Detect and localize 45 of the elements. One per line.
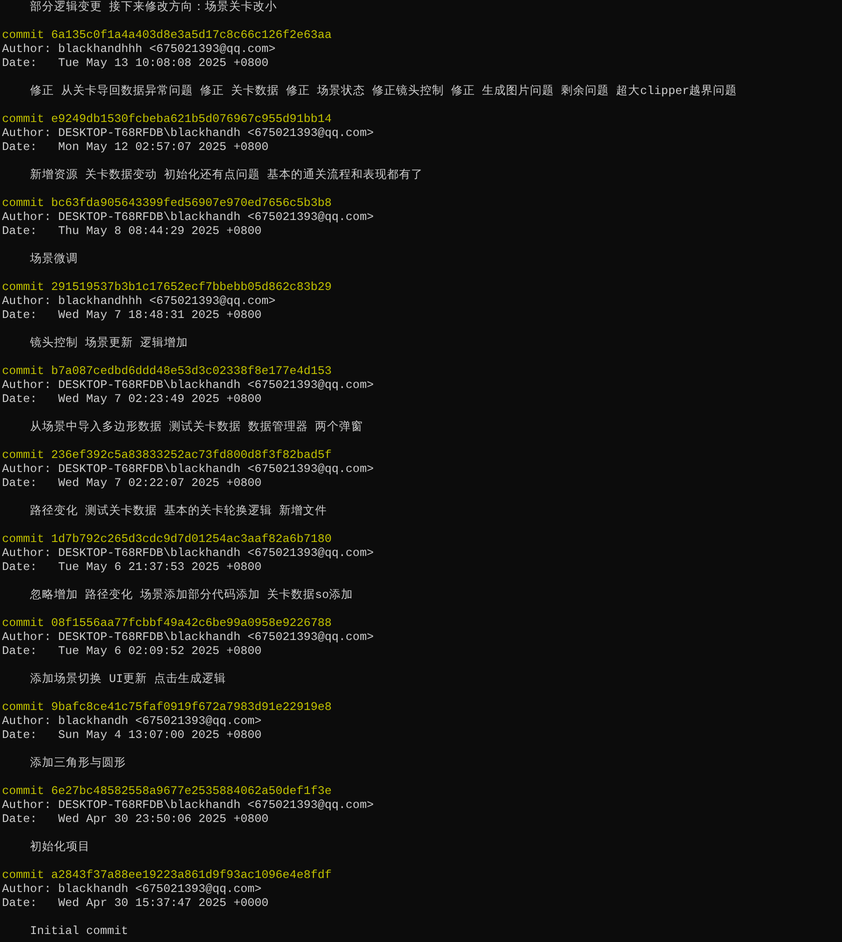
commit-author: Author: blackhandhhh <675021393@qq.com> [2, 42, 276, 56]
commit-message: 添加三角形与圆形 [30, 756, 126, 770]
commit-message: 忽略增加 路径变化 场景添加部分代码添加 关卡数据so添加 [30, 588, 354, 602]
commit-hash: commit 6a135c0f1a4a403d8e3a5d17c8c66c126f2e63aa [2, 28, 332, 42]
commit-author: Author: DESKTOP-T68RFDB\blackhandh <675021393@qq.com> [2, 210, 374, 224]
commit-date: Date: Wed Apr 30 23:50:06 2025 +0800 [2, 812, 269, 826]
commit-author: Author: DESKTOP-T68RFDB\blackhandh <675021393@qq.com> [2, 630, 374, 644]
commit-message: 添加场景切换 UI更新 点击生成逻辑 [30, 672, 226, 686]
commit-author: Author: blackhandhhh <675021393@qq.com> [2, 294, 276, 308]
commit-author: Author: blackhandh <675021393@qq.com> [2, 882, 262, 896]
commit-message: 初始化项目 [30, 840, 90, 854]
commit-date: Date: Tue May 13 10:08:08 2025 +0800 [2, 56, 269, 70]
commit-date: Date: Tue May 6 21:37:53 2025 +0800 [2, 560, 262, 574]
commit-hash: commit 9bafc8ce41c75faf0919f672a7983d91e22919e8 [2, 700, 332, 714]
commit-hash: commit 291519537b3b1c17652ecf7bbebb05d862c83b29 [2, 280, 332, 294]
commit-message: 部分逻辑变更 接下来修改方向：场景关卡改小 [30, 0, 278, 14]
commit-date: Date: Tue May 6 02:09:52 2025 +0800 [2, 644, 262, 658]
commit-date: Date: Thu May 8 08:44:29 2025 +0800 [2, 224, 262, 238]
commit-hash: commit b7a087cedbd6ddd48e53d3c02338f8e177e4d153 [2, 364, 332, 378]
commit-date: Date: Wed Apr 30 15:37:47 2025 +0000 [2, 896, 269, 910]
commit-author: Author: DESKTOP-T68RFDB\blackhandh <675021393@qq.com> [2, 546, 374, 560]
commit-date: Date: Wed May 7 02:22:07 2025 +0800 [2, 476, 262, 490]
commit-date: Date: Mon May 12 02:57:07 2025 +0800 [2, 140, 269, 154]
commit-hash: commit 08f1556aa77fcbbf49a42c6be99a0958e9226788 [2, 616, 332, 630]
commit-message: 场景微调 [30, 252, 78, 266]
commit-hash: commit bc63fda905643399fed56907e970ed7656c5b3b8 [2, 196, 332, 210]
commit-message: 修正 从关卡导回数据异常问题 修正 关卡数据 修正 场景状态 修正镜头控制 修正 生成图片问题 剩余问题 超大clipper越界问题 [30, 84, 738, 98]
commit-author: Author: DESKTOP-T68RFDB\blackhandh <675021393@qq.com> [2, 462, 374, 476]
commit-message: 路径变化 测试关卡数据 基本的关卡轮换逻辑 新增文件 [30, 504, 328, 518]
commit-hash: commit 236ef392c5a83833252ac73fd800d8f3f82bad5f [2, 448, 332, 462]
commit-author: Author: DESKTOP-T68RFDB\blackhandh <675021393@qq.com> [2, 378, 374, 392]
commit-hash: commit 1d7b792c265d3cdc9d7d01254ac3aaf82a6b7180 [2, 532, 332, 546]
commit-message: Initial commit [30, 924, 128, 938]
commit-hash: commit 6e27bc48582558a9677e2535884062a50def1f3e [2, 784, 332, 798]
commit-date: Date: Sun May 4 13:07:00 2025 +0800 [2, 728, 262, 742]
commit-date: Date: Wed May 7 02:23:49 2025 +0800 [2, 392, 262, 406]
commit-message: 镜头控制 场景更新 逻辑增加 [30, 336, 188, 350]
commit-message: 新增资源 关卡数据变动 初始化还有点问题 基本的通关流程和表现都有了 [30, 168, 424, 182]
commit-message: 从场景中导入多边形数据 测试关卡数据 数据管理器 两个弹窗 [30, 420, 364, 434]
commit-date: Date: Wed May 7 18:48:31 2025 +0800 [2, 308, 262, 322]
commit-author: Author: DESKTOP-T68RFDB\blackhandh <675021393@qq.com> [2, 798, 374, 812]
commit-hash: commit e9249db1530fcbeba621b5d076967c955d91bb14 [2, 112, 332, 126]
commit-author: Author: blackhandh <675021393@qq.com> [2, 714, 262, 728]
commit-hash: commit a2843f37a88ee19223a861d9f93ac1096e4e8fdf [2, 868, 332, 882]
commit-author: Author: DESKTOP-T68RFDB\blackhandh <675021393@qq.com> [2, 126, 374, 140]
